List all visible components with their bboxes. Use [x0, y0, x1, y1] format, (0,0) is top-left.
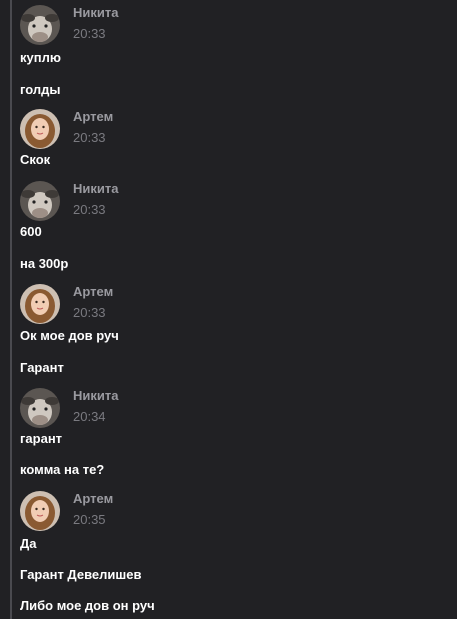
message-text: Скок: [20, 152, 51, 167]
thread-indicator: [10, 0, 12, 619]
girl-avatar[interactable]: [20, 491, 60, 531]
message-text: Да: [20, 536, 37, 551]
author-name[interactable]: Никита: [73, 5, 118, 20]
cow-avatar[interactable]: [20, 388, 60, 428]
message-header: Никита 20:34: [20, 388, 320, 428]
message-text: голды: [20, 82, 61, 97]
message-text: гарант: [20, 431, 63, 446]
timestamp: 20:35: [73, 512, 106, 527]
author-name[interactable]: Артем: [73, 284, 113, 299]
timestamp: 20:33: [73, 202, 106, 217]
message-text: 600: [20, 224, 42, 239]
message-text: комма на те?: [20, 462, 105, 477]
message-text: Гарант: [20, 360, 64, 375]
girl-avatar[interactable]: [20, 109, 60, 149]
message-text: куплю: [20, 50, 61, 65]
message-header: Никита 20:33: [20, 5, 320, 45]
author-name[interactable]: Артем: [73, 491, 113, 506]
author-name[interactable]: Никита: [73, 181, 118, 196]
timestamp: 20:33: [73, 130, 106, 145]
message-text: Либо мое дов он руч: [20, 598, 155, 613]
message-header: Артем 20:33: [20, 109, 320, 149]
cow-avatar[interactable]: [20, 5, 60, 45]
chat-log: Никита 20:33 куплю голды Артем 20:33 Ско…: [0, 0, 457, 619]
timestamp: 20:33: [73, 305, 106, 320]
message-header: Никита 20:33: [20, 181, 320, 221]
message-header: Артем 20:35: [20, 491, 320, 531]
girl-avatar[interactable]: [20, 284, 60, 324]
message-text: на 300р: [20, 256, 69, 271]
cow-avatar[interactable]: [20, 181, 60, 221]
author-name[interactable]: Никита: [73, 388, 118, 403]
message-text: Гарант Девелишев: [20, 567, 142, 582]
message-text: Ок мое дов руч: [20, 328, 119, 343]
message-header: Артем 20:33: [20, 284, 320, 324]
timestamp: 20:33: [73, 26, 106, 41]
timestamp: 20:34: [73, 409, 106, 424]
author-name[interactable]: Артем: [73, 109, 113, 124]
